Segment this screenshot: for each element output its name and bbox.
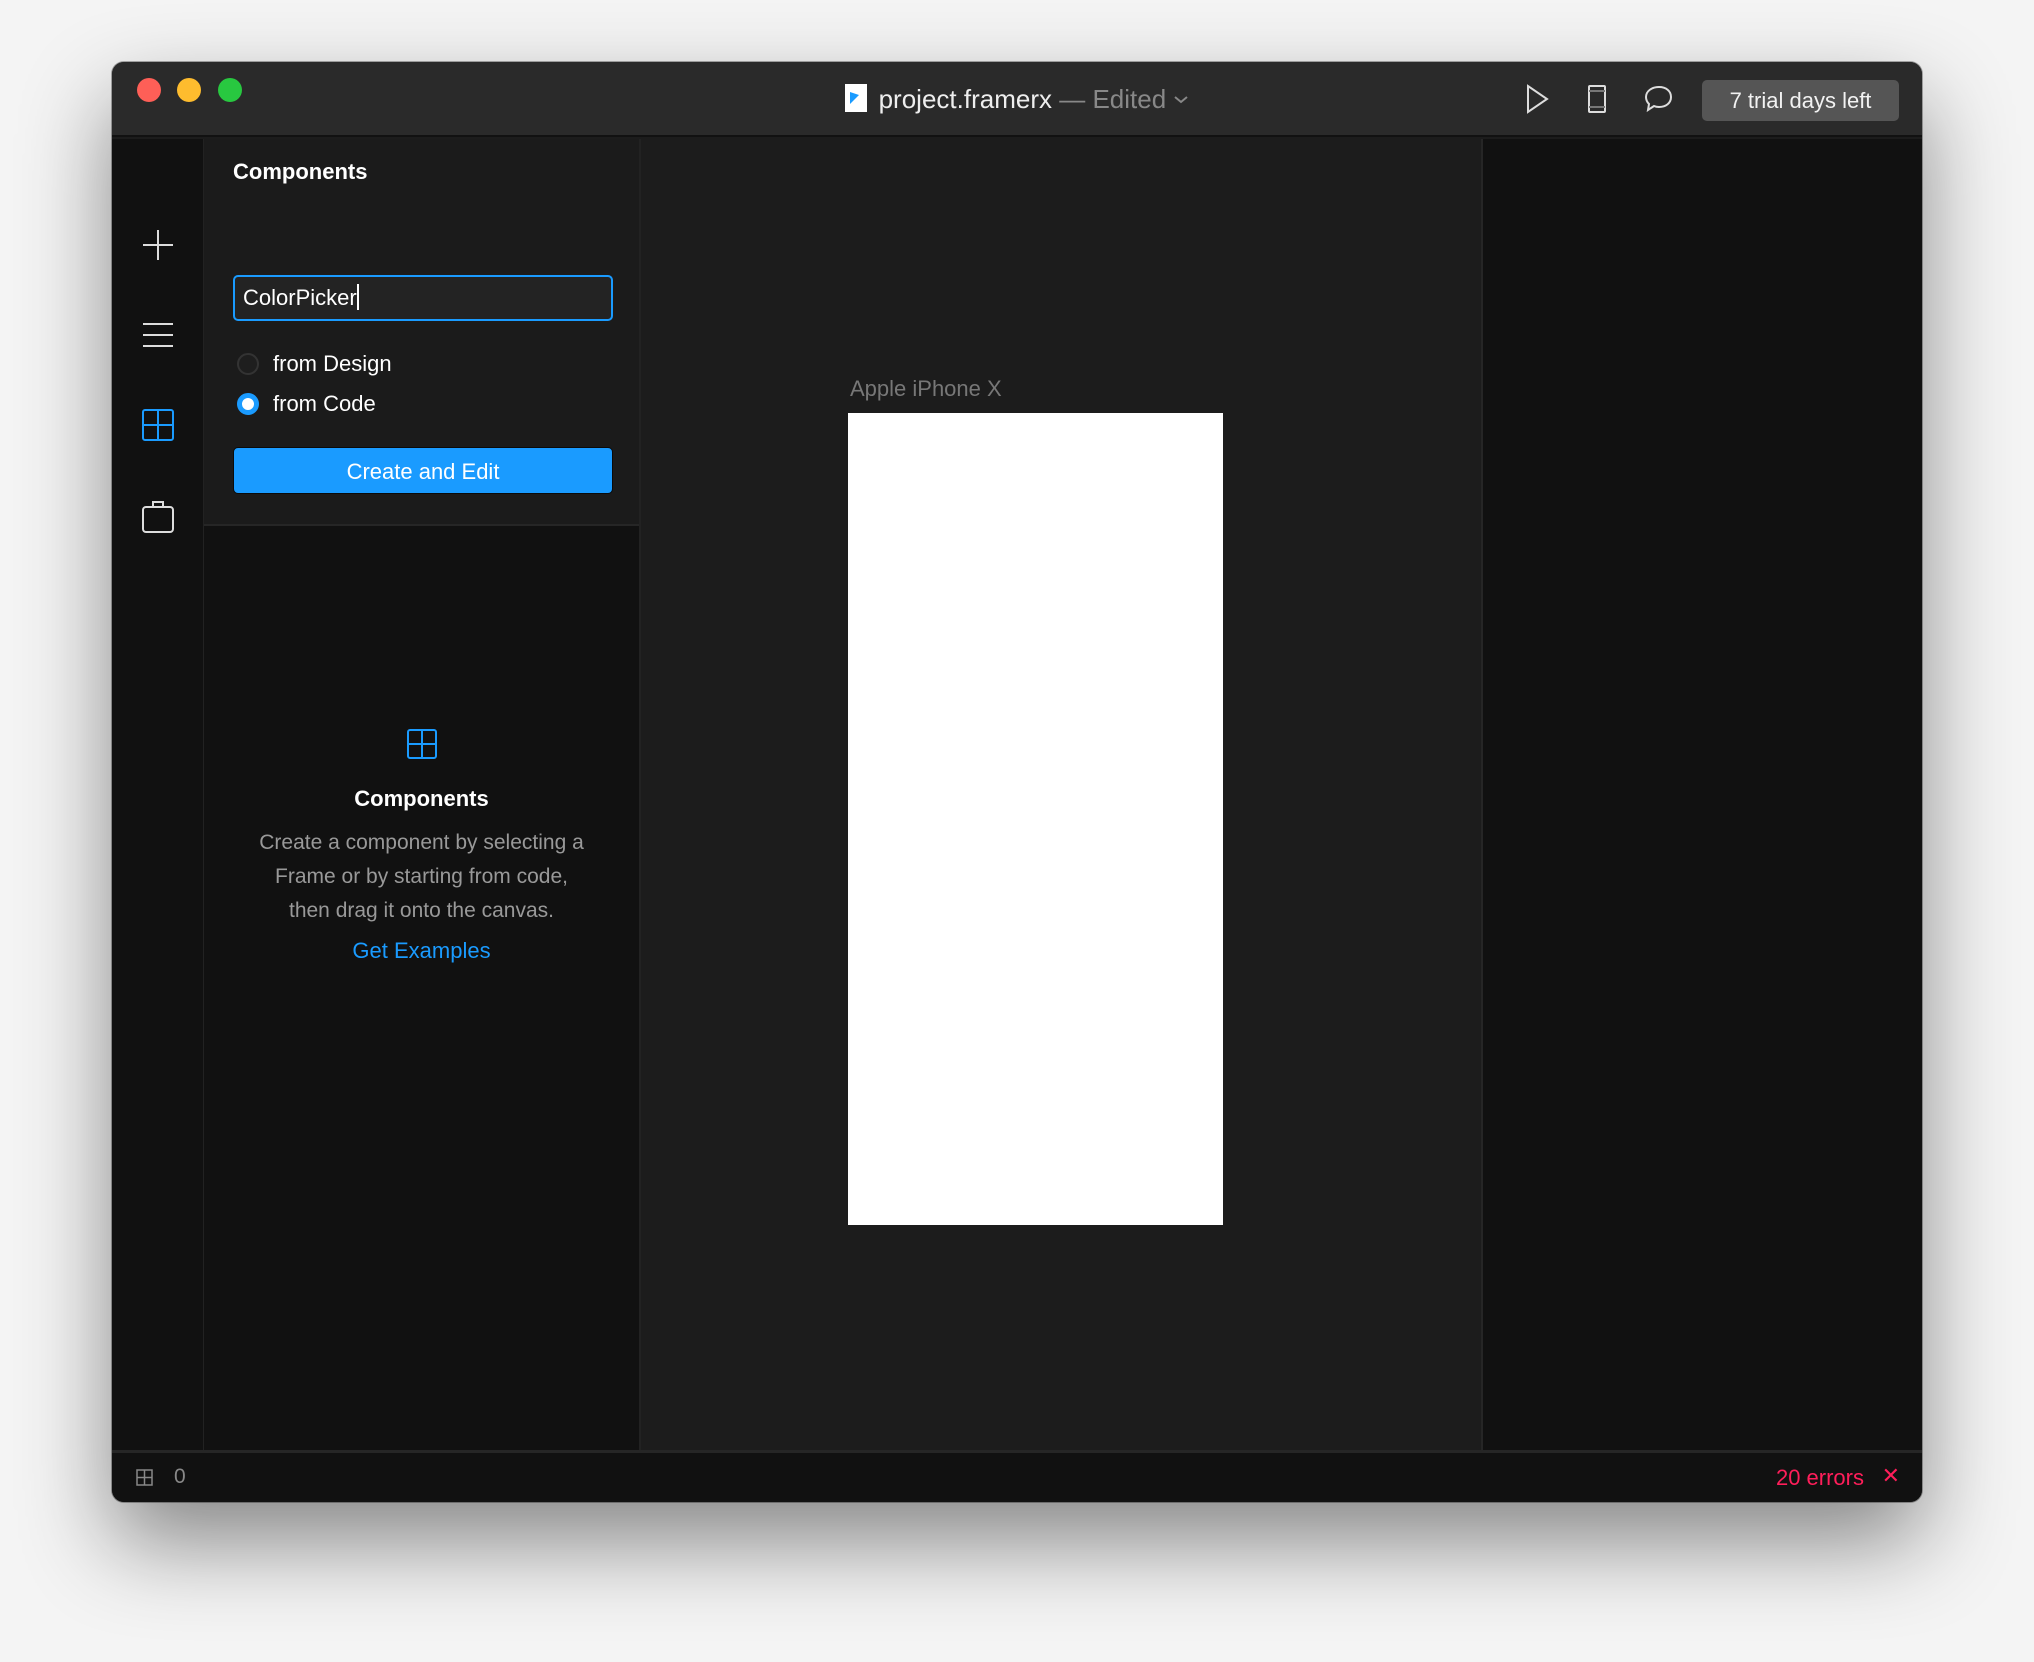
- radio-from-code[interactable]: from Code: [237, 391, 376, 417]
- radio-from-design[interactable]: from Design: [237, 351, 392, 377]
- new-component-form: Components ColorPicker from Design from …: [204, 139, 639, 526]
- components-icon[interactable]: [142, 409, 174, 441]
- create-and-edit-button[interactable]: Create and Edit: [233, 447, 613, 494]
- empty-state: Components Create a component by selecti…: [204, 729, 639, 964]
- status-bar: 0 20 errors ✕: [112, 1450, 1922, 1502]
- app-window: project.framerx — Edited 7 trial days le…: [112, 62, 1922, 1502]
- play-icon[interactable]: [1525, 84, 1549, 114]
- component-count: 0: [174, 1465, 186, 1488]
- radio-button-selected[interactable]: [237, 393, 259, 415]
- comment-icon[interactable]: [1644, 84, 1674, 114]
- store-icon[interactable]: [142, 499, 174, 533]
- title-bar: project.framerx — Edited 7 trial days le…: [112, 62, 1922, 137]
- framer-file-icon: [844, 84, 867, 112]
- component-name-input[interactable]: ColorPicker: [233, 275, 613, 321]
- description-line: Frame or by starting from code,: [275, 865, 568, 888]
- properties-panel: [1481, 139, 1922, 1450]
- edited-status: — Edited: [1059, 84, 1167, 114]
- chevron-down-icon: [1174, 96, 1189, 104]
- iphone-frame[interactable]: [848, 413, 1223, 1225]
- components-panel: Components ColorPicker from Design from …: [204, 139, 641, 1450]
- input-value: ColorPicker: [243, 285, 357, 310]
- empty-state-description: Create a component by selecting a Frame …: [204, 826, 639, 928]
- canvas[interactable]: Apple iPhone X: [641, 139, 1481, 1450]
- radio-button[interactable]: [237, 353, 259, 375]
- text-caret: [356, 284, 359, 310]
- components-count-icon: [136, 1469, 153, 1486]
- description-line: Create a component by selecting a: [259, 831, 584, 854]
- panel-title: Components: [233, 159, 368, 184]
- empty-state-title: Components: [354, 786, 489, 811]
- components-icon: [406, 729, 437, 759]
- file-name: project.framerx: [878, 84, 1052, 114]
- plus-icon[interactable]: [142, 229, 174, 261]
- menu-icon[interactable]: [142, 322, 174, 348]
- radio-label: from Code: [273, 391, 376, 416]
- close-errors-icon[interactable]: ✕: [1882, 1463, 1900, 1489]
- errors-link[interactable]: 20 errors: [1776, 1465, 1864, 1491]
- tool-rail: [112, 139, 204, 1450]
- description-line: then drag it onto the canvas.: [288, 899, 554, 922]
- radio-label: from Design: [273, 351, 392, 376]
- get-examples-link[interactable]: Get Examples: [204, 938, 639, 964]
- device-icon[interactable]: [1587, 84, 1607, 114]
- frame-label[interactable]: Apple iPhone X: [850, 376, 1002, 402]
- trial-days-button[interactable]: 7 trial days left: [1702, 80, 1899, 121]
